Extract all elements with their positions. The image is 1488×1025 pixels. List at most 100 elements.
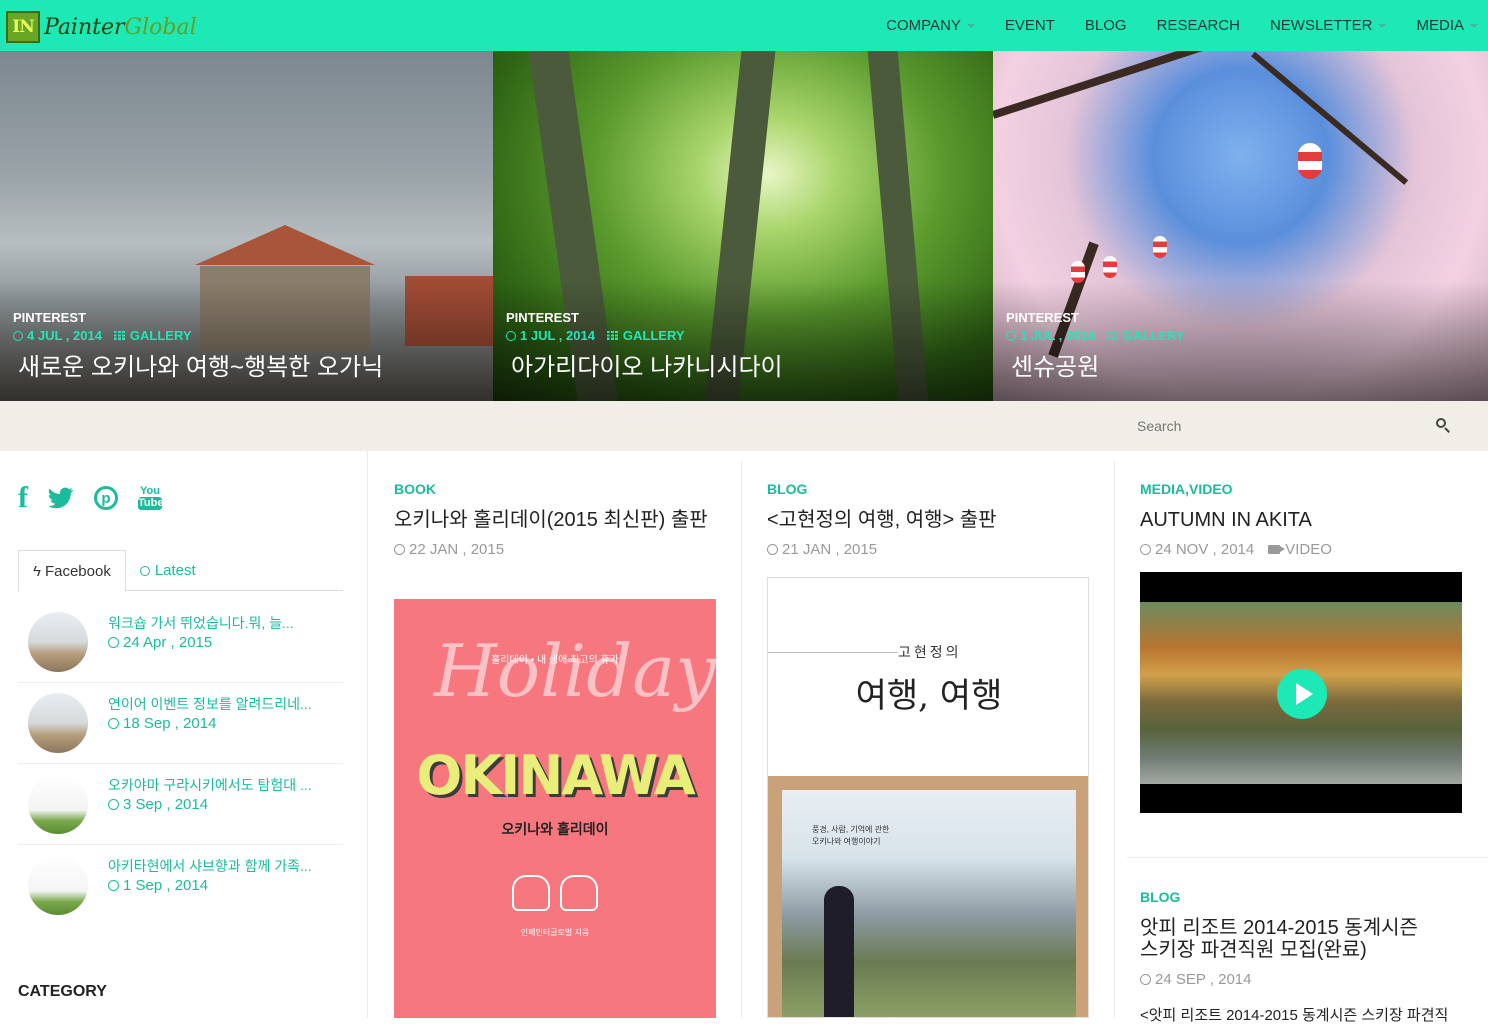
feed-thumbnail[interactable] [28, 612, 88, 672]
grid-icon [1106, 331, 1118, 340]
post-title[interactable]: AUTUMN IN AKITA [1140, 509, 1462, 531]
slide-type: GALLERY [1122, 328, 1185, 343]
caret-down-icon [1470, 23, 1478, 28]
tab-facebook-label: Facebook [44, 562, 111, 580]
tab-latest[interactable]: Latest [126, 550, 210, 591]
clock-icon [394, 544, 405, 555]
slide-title[interactable]: 센슈공원 [1011, 347, 1099, 382]
post-date: 22 JAN , 2015 [394, 541, 716, 558]
feed-thumbnail[interactable] [28, 693, 88, 753]
branch-image [993, 51, 1261, 119]
nav-blog[interactable]: BLOG [1085, 17, 1127, 34]
clock-icon [108, 799, 119, 810]
post-date-text: 21 JAN , 2015 [782, 541, 878, 558]
feed-title[interactable]: 연이어 이벤트 정보를 알려드리네... [108, 694, 312, 714]
feed-item[interactable]: 아키타현에서 샤브향과 함께 가족... 1 Sep , 2014 [18, 845, 343, 926]
slide-date: 1 JUL , 2014 [1020, 328, 1095, 343]
hero-slider: PINTEREST 4 JUL , 2014 GALLERY 새로운 오키나와 … [0, 51, 1488, 401]
feed-thumbnail[interactable] [28, 855, 88, 915]
post-image[interactable]: 고현정의 여행, 여행 풍경, 사람, 기억에 관한 오키나와 여행이야기 [767, 577, 1089, 1018]
nav-blog-label: BLOG [1084, 17, 1127, 34]
feed-title[interactable]: 오카야마 구라시키에서도 탐험대 ... [108, 775, 312, 795]
feed-title[interactable]: 아키타현에서 샤브향과 함께 가족... [108, 856, 312, 876]
slide-type: GALLERY [129, 328, 192, 343]
post-title-line: 스키장 파견직원 모집(완료) [1140, 939, 1367, 961]
pinterest-icon[interactable]: p [94, 486, 118, 510]
cover-author: 인페인터글로벌 지음 [520, 928, 590, 937]
lantern-image [1153, 236, 1167, 258]
clock-icon [767, 544, 778, 555]
post-title[interactable]: <고현정의 여행, 여행> 출판 [767, 509, 1089, 531]
feed-item[interactable]: 연이어 이벤트 정보를 알려드리네... 18 Sep , 2014 [18, 683, 343, 764]
social-links: f p You Tube [18, 481, 182, 515]
site-header: IN PainterGlobal COMPANY EVENT BLOG RESE… [0, 0, 1488, 51]
nav-research[interactable]: RESEARCH [1157, 17, 1240, 34]
feed-thumbnail[interactable] [28, 774, 88, 834]
clock-icon [108, 880, 119, 891]
post-title[interactable]: 오키나와 홀리데이(2015 최신판) 출판 [394, 509, 716, 531]
cover-caption-line: 오키나와 여행이야기 [812, 837, 881, 846]
feed-title[interactable]: 워크숍 가서 뛰었습니다.뭐, 늘... [108, 613, 294, 633]
feed-item[interactable]: 오카야마 구라시키에서도 탐험대 ... 3 Sep , 2014 [18, 764, 343, 845]
post-category[interactable]: BOOK [394, 481, 716, 497]
post-card: MEDIA,VIDEO AUTUMN IN AKITA 24 NOV , 201… [1140, 481, 1462, 558]
nav-newsletter[interactable]: NEWSLETTER [1270, 17, 1387, 34]
post-title[interactable]: 앗피 리조트 2014-2015 동계시즌 스키장 파견직원 모집(완료) [1140, 917, 1470, 961]
post-card: BLOG <고현정의 여행, 여행> 출판 21 JAN , 2015 [767, 481, 1089, 558]
post-date: 21 JAN , 2015 [767, 541, 1089, 558]
hero-slide[interactable]: PINTEREST 1 JUL , 2014 GALLERY 센슈공원 [993, 51, 1488, 401]
post-card: BLOG 앗피 리조트 2014-2015 동계시즌 스키장 파견직원 모집(완료… [1140, 889, 1470, 988]
video-player[interactable] [1140, 572, 1462, 813]
search-icon[interactable] [1436, 418, 1452, 434]
gallery-format[interactable]: GALLERY [606, 328, 685, 343]
facebook-icon[interactable]: f [18, 481, 28, 515]
feed-item[interactable]: 워크숍 가서 뛰었습니다.뭐, 늘... 24 Apr , 2015 [18, 602, 343, 683]
logo-painter: Painter [44, 14, 125, 40]
post-category[interactable]: BLOG [767, 481, 1089, 497]
clock-icon [1140, 544, 1151, 555]
tab-facebook[interactable]: ϟ Facebook [18, 550, 126, 592]
feed-date: 24 Apr , 2015 [108, 634, 212, 651]
post-category[interactable]: BLOG [1140, 889, 1470, 905]
slide-category[interactable]: PINTEREST [13, 310, 86, 325]
person-image [824, 886, 854, 1017]
gallery-format[interactable]: GALLERY [1106, 328, 1185, 343]
nav-event[interactable]: EVENT [1005, 17, 1055, 34]
window-image: 풍경, 사람, 기억에 관한 오키나와 여행이야기 [782, 790, 1076, 1017]
nav-newsletter-label: NEWSLETTER [1269, 17, 1373, 34]
lantern-image [1103, 256, 1117, 278]
post-card: BOOK 오키나와 홀리데이(2015 최신판) 출판 22 JAN , 201… [394, 481, 716, 558]
cover-headline: OKINAWA [416, 744, 695, 807]
grid-icon [113, 331, 125, 340]
site-logo[interactable]: IN PainterGlobal [6, 10, 197, 44]
post-format[interactable]: VIDEO [1268, 541, 1332, 558]
nav-company[interactable]: COMPANY [886, 17, 975, 34]
nav-company-label: COMPANY [886, 17, 961, 34]
slide-title[interactable]: 새로운 오키나와 여행~행복한 오가닉 [18, 347, 383, 382]
slide-category[interactable]: PINTEREST [506, 310, 579, 325]
search-input[interactable] [1127, 411, 1427, 441]
hero-slide[interactable]: PINTEREST 1 JUL , 2014 GALLERY 아가리다이오 나카… [493, 51, 993, 401]
nav-media[interactable]: MEDIA [1416, 17, 1478, 34]
post-category[interactable]: MEDIA,VIDEO [1140, 481, 1462, 497]
house-roof-image [195, 225, 375, 265]
cover-line [768, 652, 898, 653]
hero-slide[interactable]: PINTEREST 4 JUL , 2014 GALLERY 새로운 오키나와 … [0, 51, 493, 401]
slide-category[interactable]: PINTEREST [1006, 310, 1079, 325]
gallery-format[interactable]: GALLERY [113, 328, 192, 343]
nav-research-label: RESEARCH [1156, 17, 1240, 34]
clock-icon [139, 565, 150, 576]
post-date: 24 NOV , 2014 VIDEO [1140, 541, 1462, 558]
feed-date-text: 24 Apr , 2015 [123, 634, 213, 651]
slide-title[interactable]: 아가리다이오 나카니시다이 [511, 347, 783, 382]
play-icon[interactable] [1277, 669, 1327, 719]
youtube-icon[interactable]: You Tube [138, 486, 163, 510]
logo-wordmark: PainterGlobal [44, 15, 197, 40]
post-date-text: 24 NOV , 2014 [1155, 541, 1255, 558]
clock-icon [1140, 974, 1151, 985]
post-image[interactable]: Holiday 홀리데이 • 내 생애 최고의 휴가 OKINAWA 오키나와 … [394, 599, 716, 1018]
feed-date: 18 Sep , 2014 [108, 715, 216, 732]
slide-meta: 1 JUL , 2014 GALLERY [1006, 328, 1185, 343]
clock-icon [506, 330, 516, 341]
twitter-icon[interactable] [48, 487, 74, 509]
